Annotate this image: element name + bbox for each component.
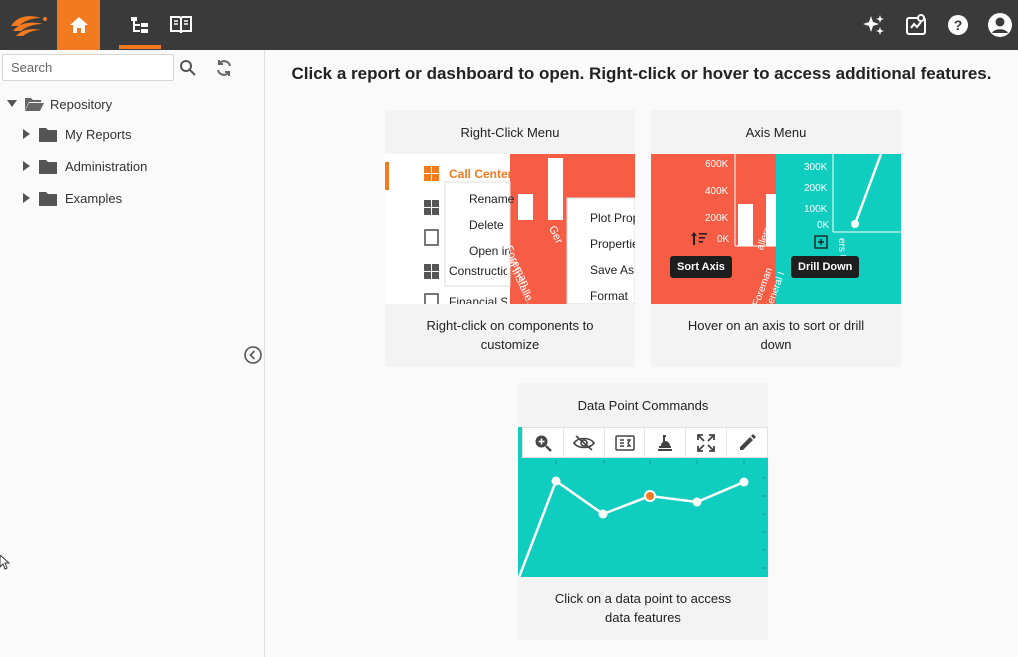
- card-right-click-menu[interactable]: Right-Click Menu Call Center Constructio: [385, 110, 635, 367]
- card-description: Right-click on components to customize: [426, 318, 594, 352]
- caret-right-icon[interactable]: [21, 129, 33, 139]
- top-bar: ?: [0, 0, 1018, 50]
- folder-icon: [39, 191, 59, 206]
- menu-item-delete[interactable]: Delete: [469, 218, 504, 232]
- tree-item-examples[interactable]: Examples: [21, 187, 122, 209]
- tree-item-my-reports[interactable]: My Reports: [21, 123, 131, 145]
- tree-item-label: Examples: [65, 190, 123, 206]
- tree-view-button[interactable]: [120, 0, 160, 50]
- help-icon: ?: [948, 15, 968, 35]
- hide-icon[interactable]: [564, 428, 605, 457]
- home-icon: [69, 17, 88, 33]
- folder-icon: [39, 159, 59, 174]
- card-title: Right-Click Menu: [460, 124, 560, 140]
- list-item-construction: Constructio: [449, 264, 507, 278]
- expand-icon[interactable]: [686, 428, 728, 457]
- edit-icon[interactable]: [727, 428, 767, 457]
- account-button[interactable]: [980, 0, 1018, 50]
- axis-tick: 300K: [804, 162, 828, 173]
- book-icon: [170, 16, 192, 34]
- help-button[interactable]: ?: [938, 0, 978, 50]
- caret-right-icon[interactable]: [21, 161, 33, 171]
- caret-down-icon[interactable]: [6, 100, 18, 108]
- card-description: Click on a data point to access data fea…: [554, 591, 732, 625]
- card-title: Axis Menu: [745, 124, 807, 140]
- zoom-in-icon[interactable]: [523, 428, 564, 457]
- caret-right-icon[interactable]: [21, 193, 33, 203]
- dashboard-button[interactable]: [896, 0, 936, 50]
- svg-text:?: ?: [954, 17, 963, 33]
- sparkle-button[interactable]: [854, 0, 894, 50]
- search-button[interactable]: [176, 56, 200, 80]
- list-item-financial: Financial S: [449, 295, 507, 304]
- axis-tick: 200K: [705, 213, 729, 224]
- menu-item-format[interactable]: Format: [590, 289, 628, 303]
- card-preview: [518, 427, 768, 577]
- account-icon: [988, 13, 1012, 37]
- menu-item-save-as[interactable]: Save As: [590, 263, 634, 277]
- mouse-cursor-icon: [0, 554, 11, 576]
- search-icon: [180, 60, 196, 76]
- tree-item-label: My Reports: [65, 126, 132, 142]
- card-title: Data Point Commands: [577, 397, 709, 413]
- drill-down-tooltip: Drill Down: [791, 256, 860, 278]
- tree-item-label: Repository: [50, 96, 113, 112]
- tree-item-repository[interactable]: Repository: [6, 93, 112, 115]
- menu-item-plot-properties[interactable]: Plot Prop: [590, 211, 635, 225]
- explore-icon[interactable]: [645, 428, 687, 457]
- card-data-point-commands[interactable]: Data Point Commands Click on a data poin…: [518, 383, 768, 640]
- active-tab-indicator: [119, 45, 161, 49]
- axis-tick: 200K: [804, 183, 828, 194]
- catalog-button[interactable]: [161, 0, 201, 50]
- menu-item-rename[interactable]: Rename: [469, 192, 514, 206]
- card-description: Hover on an axis to sort or drill down: [687, 318, 865, 352]
- dashboard-icon: [906, 14, 926, 35]
- tree-item-administration[interactable]: Administration: [21, 155, 147, 177]
- refresh-button[interactable]: [212, 56, 236, 80]
- chevron-left-circle-icon: [244, 346, 262, 364]
- tree-view-icon: [131, 17, 148, 33]
- sparkle-icon: [863, 15, 884, 35]
- axis-tick: 100K: [804, 204, 828, 215]
- folder-icon: [39, 127, 59, 142]
- page-title: Click a report or dashboard to open. Rig…: [291, 64, 992, 83]
- refresh-icon: [217, 60, 231, 76]
- search-input[interactable]: [3, 55, 173, 80]
- sort-axis-tooltip: Sort Axis: [670, 256, 732, 278]
- home-button[interactable]: [57, 0, 100, 50]
- card-preview: Call Center Constructio Financial S Rena…: [385, 154, 635, 304]
- flame-logo-icon[interactable]: [0, 0, 56, 50]
- menu-item-properties[interactable]: Propertie: [590, 237, 635, 251]
- axis-tick: 400K: [705, 186, 729, 197]
- tree-item-label: Administration: [65, 158, 148, 174]
- folder-open-icon: [24, 96, 44, 112]
- collapse-sidebar-button[interactable]: [244, 346, 262, 364]
- list-item-call-center: Call Center: [449, 167, 511, 181]
- axis-tick: 0K: [717, 234, 730, 245]
- axis-tick: 0K: [817, 220, 830, 231]
- aggregate-icon[interactable]: [605, 428, 646, 457]
- card-preview: 600K 400K 200K 0K 300K 200K 100K 0K alle…: [651, 154, 901, 304]
- sidebar: Repository My Reports Administration Exa…: [0, 50, 265, 657]
- data-point-toolbar: [522, 427, 768, 458]
- search-field[interactable]: [2, 54, 174, 81]
- card-axis-menu[interactable]: Axis Menu 600K 400K 200K 0K 300K 200K 10…: [651, 110, 901, 367]
- axis-tick: 600K: [705, 159, 729, 170]
